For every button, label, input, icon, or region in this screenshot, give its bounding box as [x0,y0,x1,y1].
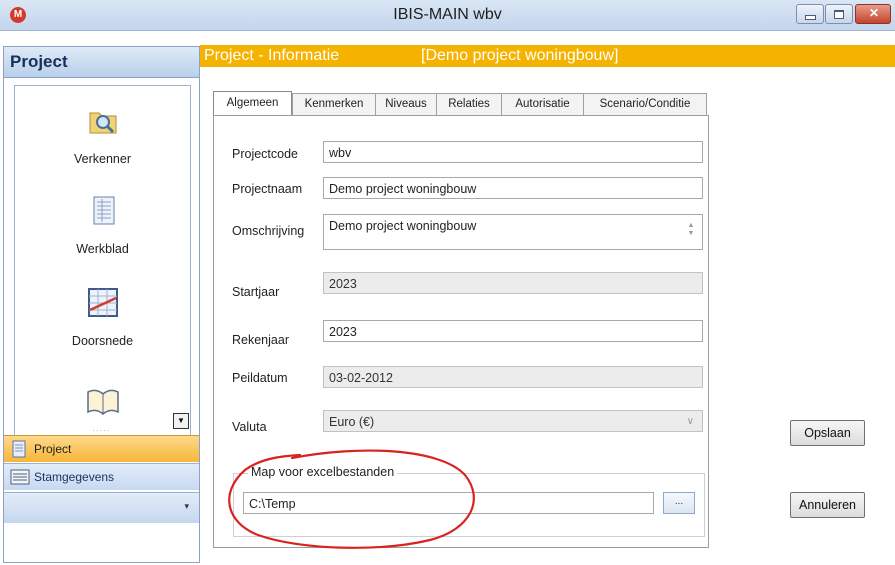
worksheet-icon [93,196,114,225]
page-title: Project - Informatie [204,47,340,64]
launcher-label: Werkblad [76,242,129,256]
nav-item-label: Project [34,442,72,456]
excel-folder-group-title: Map voor excelbestanden [248,465,398,479]
peildatum-label: Peildatum [232,371,288,385]
tab-relaties[interactable]: Relaties [436,93,502,115]
close-icon: ✕ [869,6,880,20]
tab-niveaus[interactable]: Niveaus [375,93,437,115]
valuta-value: Euro (€) [329,415,375,429]
nav-item-stamgegevens[interactable]: Stamgegevens [4,463,199,490]
cancel-button[interactable]: Annuleren [790,492,865,518]
minimize-button[interactable] [796,4,824,24]
startjaar-label: Startjaar [232,285,280,299]
close-button[interactable]: ✕ [855,4,891,24]
projectnaam-label: Projectnaam [232,182,303,196]
projectnaam-field[interactable]: Demo project woningbouw [323,177,703,199]
excel-folder-path-field[interactable]: C:\Temp [243,492,654,514]
launcher-scroll-button[interactable]: ▼ [173,413,189,429]
project-name-heading: [Demo project woningbouw] [421,47,619,64]
launcher-verkenner[interactable]: Verkenner [15,104,190,166]
tab-scenario-conditie[interactable]: Scenario/Conditie [583,93,707,115]
projectcode-label: Projectcode [232,147,299,161]
omschrijving-value: Demo project woningbouw [329,219,477,233]
valuta-label: Valuta [232,420,267,434]
launcher-werkblad[interactable]: Werkblad [15,194,190,256]
tab-autorisatie[interactable]: Autorisatie [501,93,584,115]
minimize-icon [805,15,816,20]
launcher-label: Verkenner [74,152,131,166]
sidebar-header: Project [4,47,199,78]
folder-search-icon [89,112,116,134]
projectcode-field[interactable]: wbv [323,141,703,163]
project-document-icon [12,440,26,458]
cross-section-chart-icon [87,288,118,317]
scroll-arrows-icon[interactable]: ▲ ▼ [686,222,696,238]
omschrijving-field[interactable]: Demo project woningbouw ▲ ▼ [323,214,703,250]
rekenjaar-field[interactable]: 2023 [323,320,703,342]
rekenjaar-label: Rekenjaar [232,333,289,347]
browse-folder-button[interactable]: ... [663,492,695,514]
content-header: Project - Informatie [Demo project wonin… [200,45,895,67]
launcher-book[interactable] [15,386,190,416]
launcher-doorsnede[interactable]: Doorsnede [15,286,190,348]
book-icon [86,389,119,415]
chevron-down-icon: ▾ [184,501,189,511]
sidebar: Project Verkenner Werkblad Doorsnede ▼ ·… [3,46,200,563]
nav-item-label: Stamgegevens [34,470,115,484]
maximize-icon [834,10,844,19]
tab-kenmerken[interactable]: Kenmerken [292,93,376,115]
master-data-icon [10,469,30,485]
save-button[interactable]: Opslaan [790,420,865,446]
omschrijving-label: Omschrijving [232,224,305,238]
nav-options-bar[interactable]: ▾ [4,492,199,523]
window-title: IBIS-MAIN wbv [393,6,502,23]
launcher-panel: Verkenner Werkblad Doorsnede ▼ [14,85,191,437]
nav-item-project[interactable]: Project [4,435,199,462]
splitter-grip[interactable]: ····· [4,427,199,435]
valuta-select: Euro (€) ∨ [323,410,703,432]
title-bar: M IBIS-MAIN wbv ✕ [0,0,895,31]
startjaar-field: 2023 [323,272,703,294]
maximize-button[interactable] [825,4,853,24]
peildatum-field: 03-02-2012 [323,366,703,388]
launcher-label: Doorsnede [71,334,134,348]
chevron-down-icon: ∨ [686,416,694,427]
tab-algemeen[interactable]: Algemeen [213,91,292,115]
